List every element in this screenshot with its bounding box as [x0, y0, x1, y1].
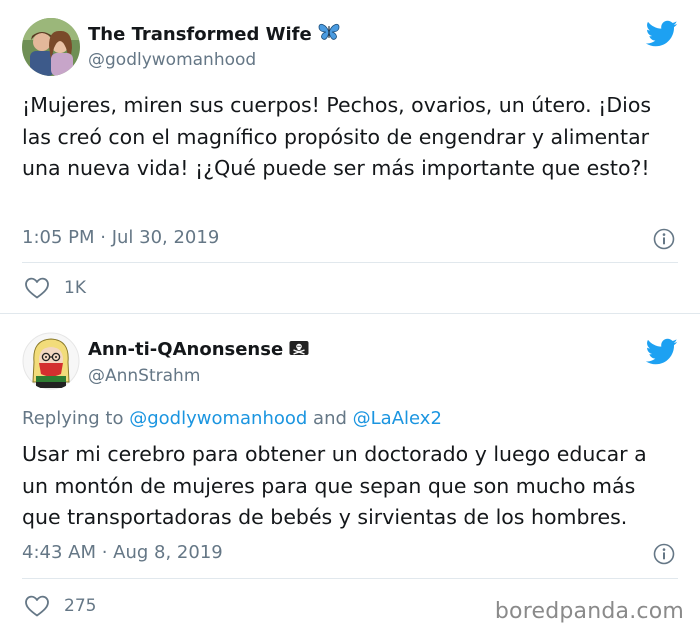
- tweet-timestamp[interactable]: 1:05 PM · Jul 30, 2019: [22, 227, 219, 248]
- pirate-flag-icon: [289, 340, 309, 360]
- author-name-row[interactable]: The Transformed Wife: [88, 22, 340, 46]
- author-name-row[interactable]: Ann-ti-QAnonsense: [88, 339, 309, 360]
- divider: [22, 262, 678, 263]
- heart-icon: [25, 595, 49, 617]
- mention-link[interactable]: @godlywomanhood: [129, 408, 307, 429]
- divider: [22, 578, 678, 579]
- author-handle[interactable]: @godlywomanhood: [88, 50, 256, 70]
- tweet-timestamp[interactable]: 4:43 AM · Aug 8, 2019: [22, 542, 223, 563]
- info-icon[interactable]: [653, 228, 675, 250]
- tweet-card: Ann-ti-QAnonsense @AnnStrahm Replying to…: [0, 313, 700, 632]
- author-handle[interactable]: @AnnStrahm: [88, 366, 200, 386]
- twitter-bird-icon[interactable]: [646, 338, 678, 366]
- avatar[interactable]: [22, 332, 80, 390]
- replying-prefix: Replying to: [22, 408, 124, 429]
- twitter-bird-icon[interactable]: [646, 20, 678, 48]
- replying-joiner: and: [313, 408, 347, 429]
- butterfly-icon: [318, 22, 340, 46]
- tweet-card: The Transformed Wife @godlywomanhood ¡Mu…: [0, 0, 700, 313]
- replying-to: Replying to @godlywomanhood and @LaAlex2: [22, 408, 442, 429]
- info-icon[interactable]: [653, 543, 675, 565]
- like-count: 1K: [64, 278, 86, 298]
- tweet-text: ¡Mujeres, miren sus cuerpos! Pechos, ova…: [22, 93, 652, 180]
- like-count: 275: [64, 596, 97, 616]
- like-button[interactable]: 275: [24, 594, 96, 618]
- avatar[interactable]: [22, 18, 80, 76]
- watermark: boredpanda.com: [494, 599, 684, 624]
- author-name[interactable]: The Transformed Wife: [88, 24, 312, 45]
- mention-link[interactable]: @LaAlex2: [353, 408, 442, 429]
- heart-icon: [25, 277, 49, 299]
- tweet-text: Usar mi cerebro para obtener un doctorad…: [22, 442, 647, 529]
- like-button[interactable]: 1K: [24, 276, 86, 300]
- author-name[interactable]: Ann-ti-QAnonsense: [88, 339, 283, 360]
